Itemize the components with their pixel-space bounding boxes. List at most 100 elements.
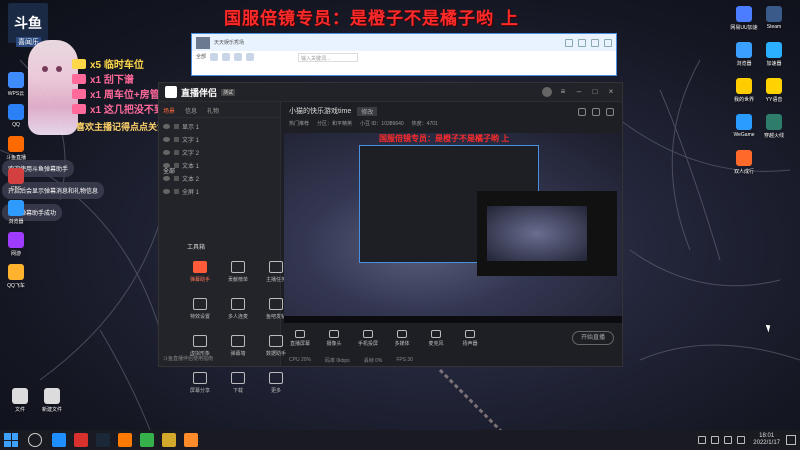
lock-icon[interactable] [174, 150, 179, 155]
source-button[interactable]: 手机投屏 [357, 329, 379, 347]
menu-icon[interactable]: ≡ [558, 87, 568, 97]
maximize-icon[interactable]: □ [590, 87, 600, 97]
volume-icon[interactable] [724, 436, 733, 444]
close-icon[interactable]: × [606, 87, 616, 97]
tool-icon[interactable] [222, 53, 231, 61]
tool-icon[interactable] [210, 53, 219, 61]
fish-title-bar: 天天娱乐秀场 [192, 34, 616, 51]
desktop-icon[interactable]: WPS云 [0, 72, 36, 97]
tool-icon[interactable] [234, 53, 243, 61]
source-button[interactable]: 摄像头 [323, 329, 345, 347]
network-icon[interactable] [711, 436, 720, 444]
tool-button[interactable]: 更多 [257, 368, 295, 400]
desktop-icon[interactable]: 新建文件 [32, 388, 72, 413]
eye-icon[interactable] [163, 137, 170, 142]
source-label: 摄像头 [326, 340, 342, 347]
clock[interactable]: 18:01 2022/1/17 [753, 433, 780, 447]
fish-search-input[interactable]: 输入关键词... [298, 53, 359, 62]
start-button[interactable] [4, 433, 18, 447]
desktop-icon[interactable]: QQ [0, 104, 36, 128]
preview-nested-window [359, 145, 617, 276]
tool-button[interactable]: 弹幕助手 [181, 257, 219, 289]
tool-button[interactable]: 贡献榜单 [219, 257, 257, 289]
minimize-icon[interactable]: – [574, 87, 584, 97]
scene-item[interactable]: 全屏 1 [163, 185, 276, 198]
ime-icon[interactable] [737, 436, 746, 444]
scene-item[interactable]: 文字 1 [163, 133, 276, 146]
maximize-icon[interactable] [591, 38, 599, 47]
start-live-button[interactable]: 开始直播 [572, 331, 614, 345]
tab-0[interactable]: 场景 [163, 106, 175, 115]
avatar[interactable] [542, 87, 552, 97]
desktop-icon[interactable]: 双人成行 [724, 150, 764, 175]
eye-icon[interactable] [163, 150, 170, 155]
desktop-icon[interactable]: 网游 [0, 232, 36, 257]
lock-icon[interactable] [174, 137, 179, 142]
app-green-taskbar-icon[interactable] [140, 433, 154, 447]
desktop-icon[interactable]: 斗鱼直播 [0, 136, 36, 161]
lock-icon[interactable] [174, 189, 179, 194]
edge-taskbar-icon[interactable] [52, 433, 66, 447]
scene-label: 文字 2 [182, 151, 200, 157]
tool-button[interactable]: 下载 [219, 368, 257, 400]
app-icon [766, 6, 782, 22]
settings-icon[interactable] [592, 108, 600, 116]
eye-icon[interactable] [163, 189, 170, 194]
more-icon[interactable] [606, 108, 614, 116]
eye-icon[interactable] [163, 124, 170, 129]
close-icon[interactable] [604, 38, 612, 47]
netease-taskbar-icon[interactable] [74, 433, 88, 447]
desktop-icon-label: WPS云 [7, 91, 25, 97]
scene-item[interactable]: 显示 1 [163, 120, 276, 133]
chevron-up-icon[interactable] [698, 436, 707, 444]
scene-item[interactable]: 文本 2 [163, 172, 276, 185]
app-orange-taskbar-icon[interactable] [184, 433, 198, 447]
scene-item[interactable]: 文本 1 [163, 159, 276, 172]
steam-taskbar-icon[interactable] [96, 433, 110, 447]
status-item: CPU 20% [289, 357, 311, 363]
douyu-taskbar-icon[interactable] [118, 433, 132, 447]
edit-title-button[interactable]: 修改 [357, 106, 378, 116]
settings-icon[interactable] [565, 38, 573, 47]
desktop-icon[interactable]: Steam [754, 6, 794, 30]
tool-button[interactable]: 特效设置 [181, 294, 219, 326]
source-button[interactable]: 麦克风 [425, 329, 447, 347]
source-button[interactable]: 直播屏幕 [289, 329, 311, 347]
scene-list: 显示 1 文字 1 文字 2 文本 1 文本 2 全屏 1 [159, 118, 280, 200]
desktop-icon[interactable]: 穿越火线 [754, 114, 794, 139]
desktop-icon[interactable]: 加速器 [754, 42, 794, 67]
desktop-icon[interactable]: 浏览器 [0, 200, 36, 225]
tool-button[interactable]: 多人连麦 [219, 294, 257, 326]
source-button[interactable]: 扬声器 [459, 329, 481, 347]
search-icon[interactable] [28, 433, 42, 447]
tool-icon [269, 261, 283, 273]
tool-icon [231, 335, 245, 347]
lock-icon[interactable] [174, 176, 179, 181]
desktop-icon[interactable]: QQ飞车 [0, 264, 36, 289]
tool-button[interactable]: 屏幕分享 [181, 368, 219, 400]
desktop-icon[interactable]: YY语音 [754, 78, 794, 103]
tab-1[interactable]: 信息 [185, 106, 197, 115]
tool-label: 下载 [232, 388, 243, 394]
guide-link[interactable]: 斗鱼直播伴侣使用指南 [163, 355, 213, 362]
tool-button[interactable]: 弹幕墙 [219, 331, 257, 363]
app-icon [12, 388, 28, 404]
desktop-icon-label: 斗鱼直播 [5, 155, 26, 161]
scene-label: 文字 1 [182, 138, 200, 144]
scene-label: 文本 2 [182, 177, 200, 183]
app-gold-taskbar-icon[interactable] [162, 433, 176, 447]
toolbox-grid: 弹幕助手 贡献榜单 主播任务 特效设置 多人连麦 鱼吧发帖 虚拟形象 弹幕墙 数据助手 屏幕分享下… [181, 257, 295, 400]
source-button[interactable]: 多媒体 [391, 329, 413, 347]
desktop-icon[interactable]: CBS [0, 168, 36, 192]
tool-icon[interactable] [246, 53, 255, 61]
source-label: 多媒体 [394, 340, 410, 347]
notification-icon[interactable] [786, 435, 796, 445]
tab-2[interactable]: 礼物 [207, 106, 219, 115]
share-icon[interactable] [578, 108, 586, 116]
tool-label: 多人连麦 [227, 314, 248, 320]
app-icon [8, 72, 24, 88]
lock-icon[interactable] [174, 124, 179, 129]
eye-icon[interactable] [163, 176, 170, 181]
minimize-icon[interactable] [578, 38, 586, 47]
scene-item[interactable]: 文字 2 [163, 146, 276, 159]
